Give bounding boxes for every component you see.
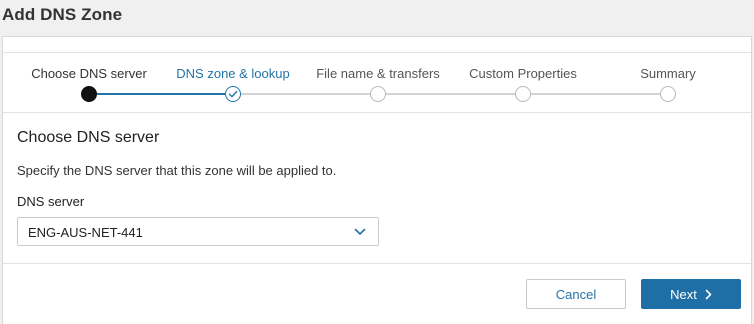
footer-divider <box>3 263 751 264</box>
title-bar: Add DNS Zone <box>0 0 754 36</box>
page-title: Add DNS Zone <box>2 5 123 24</box>
step-node-file-name-transfers[interactable] <box>370 86 386 102</box>
cancel-button-label: Cancel <box>555 286 597 302</box>
step-label-dns-zone-lookup[interactable]: DNS zone & lookup <box>176 66 289 81</box>
chevron-right-icon <box>705 289 712 299</box>
dns-server-select[interactable]: ENG-AUS-NET-441 <box>17 217 379 246</box>
dialog-top-strip <box>3 37 751 53</box>
chevron-down-icon <box>354 228 366 235</box>
step-track-3 <box>378 93 523 95</box>
step-track-2 <box>233 93 378 95</box>
cancel-button[interactable]: Cancel <box>526 279 626 309</box>
section-title: Choose DNS server <box>17 129 160 146</box>
dns-server-value: ENG-AUS-NET-441 <box>28 225 143 240</box>
wizard-stepper: Choose DNS server DNS zone & lookup File… <box>3 53 751 111</box>
stepper-divider <box>3 112 751 113</box>
step-label-custom-properties[interactable]: Custom Properties <box>469 66 577 81</box>
step-label-choose-dns-server[interactable]: Choose DNS server <box>31 66 147 81</box>
step-label-file-name-transfers[interactable]: File name & transfers <box>316 66 440 81</box>
section-description: Specify the DNS server that this zone wi… <box>17 163 337 178</box>
check-icon <box>228 90 238 98</box>
next-button[interactable]: Next <box>641 279 741 309</box>
wizard-dialog: Choose DNS server DNS zone & lookup File… <box>2 36 752 324</box>
step-node-summary[interactable] <box>660 86 676 102</box>
add-dns-zone-page: Add DNS Zone Choose DNS server DNS zone … <box>0 0 754 324</box>
step-track-4 <box>523 93 668 95</box>
next-button-label: Next <box>670 286 697 302</box>
step-node-custom-properties[interactable] <box>515 86 531 102</box>
step-label-summary[interactable]: Summary <box>640 66 696 81</box>
step-track-1 <box>89 93 233 95</box>
step-node-dns-zone-lookup[interactable] <box>225 86 241 102</box>
dns-server-label: DNS server <box>17 194 85 209</box>
step-node-choose-dns-server[interactable] <box>81 86 97 102</box>
